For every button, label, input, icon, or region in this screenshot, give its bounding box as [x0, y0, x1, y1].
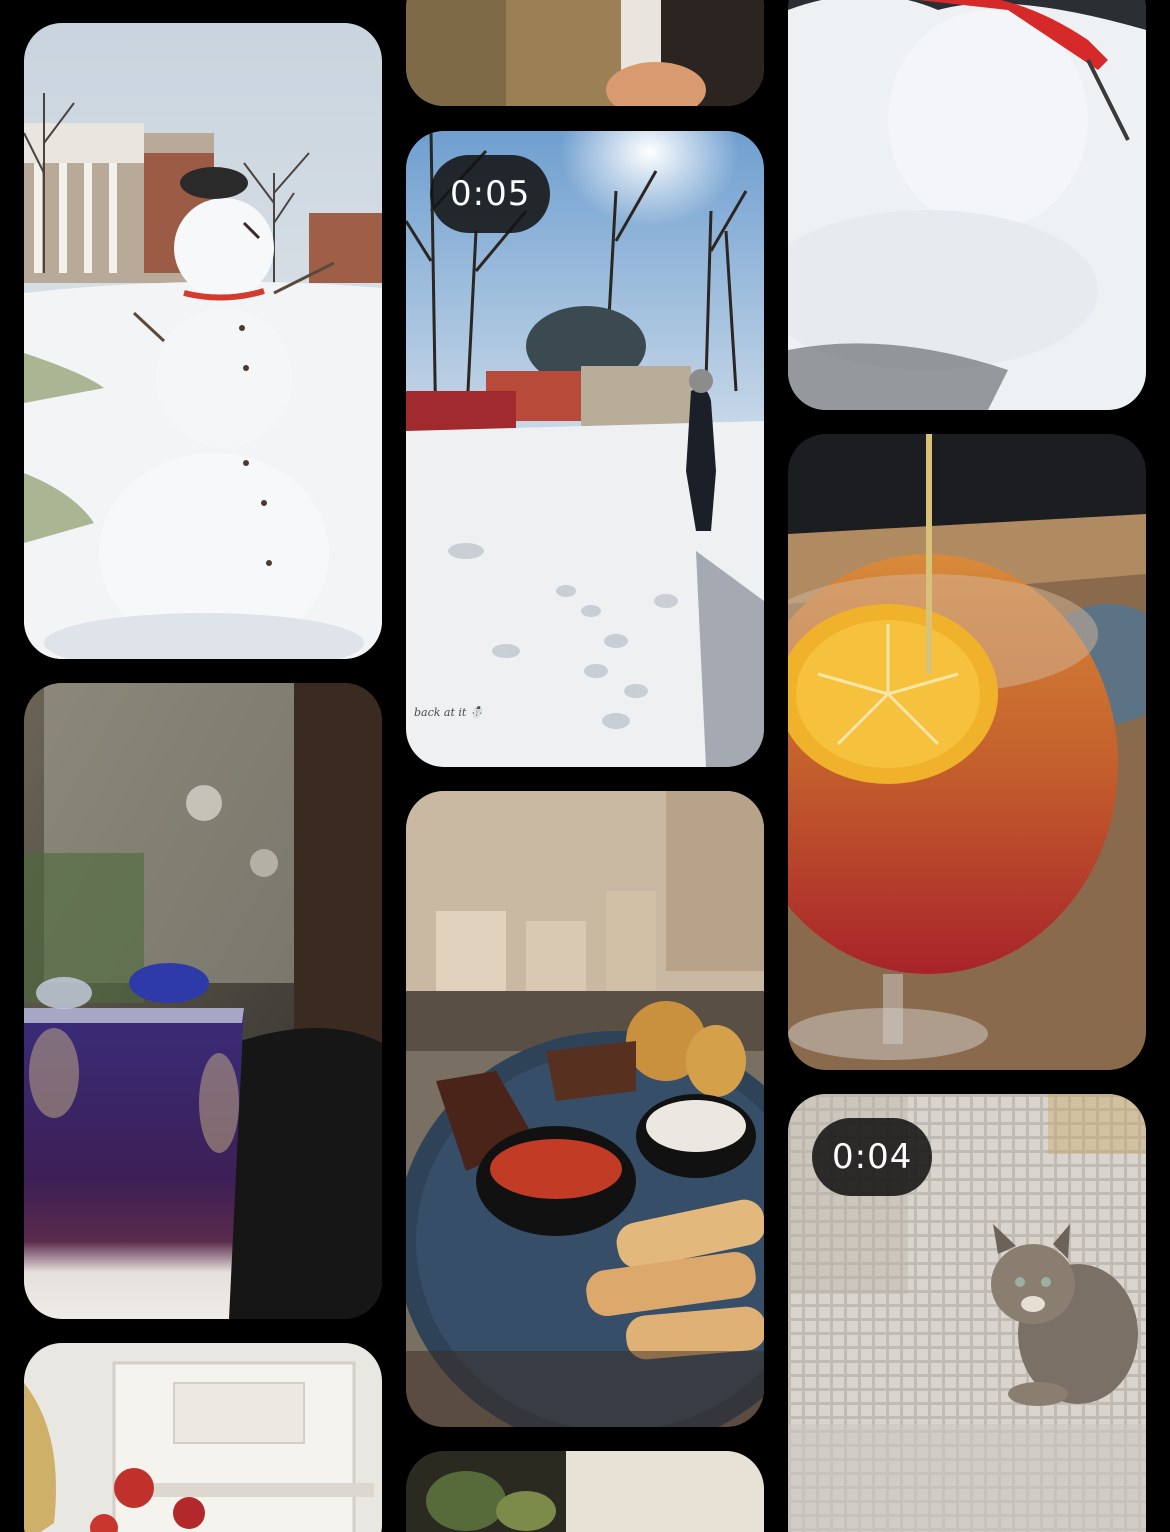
media-tile-butterfly-pea-drink[interactable] [24, 683, 382, 1319]
media-tile-cat-video[interactable]: 0:04 [788, 1094, 1146, 1532]
appetizer-platter-image [406, 791, 764, 1427]
ornate-ceiling-image [24, 1343, 382, 1532]
coffee-cup-image [406, 0, 764, 106]
media-grid: 0:05 back at it ☃️ 0:04 [0, 0, 1170, 1532]
media-tile-snow-walk-video[interactable]: 0:05 back at it ☃️ [406, 131, 764, 767]
media-tile-orange-cocktail[interactable] [788, 434, 1146, 1070]
media-tile-ornate-ceiling[interactable] [24, 1343, 382, 1532]
media-tile-plant-bottom[interactable] [406, 1451, 764, 1532]
video-duration-badge: 0:05 [430, 155, 551, 233]
video-caption: back at it ☃️ [414, 706, 484, 719]
media-tile-appetizer-platter[interactable] [406, 791, 764, 1427]
video-duration-badge: 0:04 [812, 1118, 933, 1196]
media-tile-snowman-campus[interactable] [24, 23, 382, 659]
snowman-head-image [788, 0, 1146, 410]
snowman-campus-image [24, 23, 382, 659]
media-tile-snowman-head[interactable] [788, 0, 1146, 410]
media-tile-coffee-cup-top[interactable] [406, 0, 764, 106]
butterfly-pea-drink-image [24, 683, 382, 1319]
orange-cocktail-image [788, 434, 1146, 1070]
plant-image [406, 1451, 764, 1532]
